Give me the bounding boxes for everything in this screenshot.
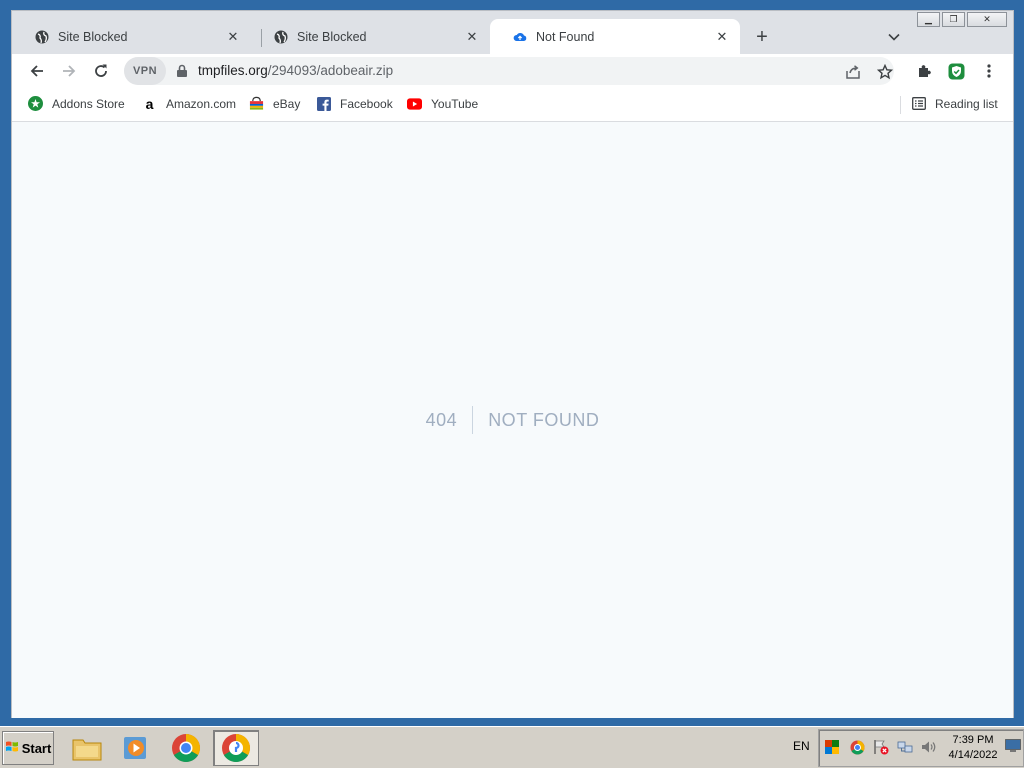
browser-window: Site Blocked ✕ Site Blocked ✕ Not Found … [11,10,1014,718]
reload-icon[interactable] [90,60,112,82]
start-button[interactable]: Start [2,731,54,765]
bookmark-label: Addons Store [52,96,125,111]
chrome-icon [172,734,200,762]
new-tab-button[interactable]: + [750,25,774,49]
network-icon[interactable] [897,739,913,755]
error-text: NOT FOUND [488,409,600,430]
url-domain: tmpfiles.org [198,63,268,78]
url-path: /294093/adobeair.zip [267,63,394,78]
cloud-upload-icon [512,29,527,44]
show-desktop-icon[interactable] [1005,739,1021,753]
reading-list-icon [911,96,926,111]
bookmark-label: Facebook [340,96,393,111]
taskbar-media-player[interactable] [113,730,159,766]
bookmark-facebook[interactable]: Facebook [316,96,393,111]
bookmark-amazon[interactable]: a Amazon.com [142,95,237,112]
tab-label: Not Found [536,29,595,44]
clock-date: 4/14/2022 [948,749,998,761]
tray-app-icon[interactable] [824,739,840,755]
extensions-puzzle-icon[interactable] [913,60,935,82]
page-content: 404 NOT FOUND [12,122,1013,718]
clock[interactable]: 7:39 PM 4/14/2022 [942,733,1004,763]
error-code: 404 [426,406,474,434]
taskbar-file-explorer[interactable] [64,730,110,766]
facebook-icon [316,96,331,111]
globe-icon [34,29,49,44]
bookmarks-bar: Addons Store a Amazon.com eBay Facebook … [12,87,1013,122]
vpn-button[interactable]: VPN [124,57,166,85]
start-label: Start [21,740,52,756]
tab-close-button[interactable]: ✕ [714,29,730,45]
tab-strip: Site Blocked ✕ Site Blocked ✕ Not Found … [12,11,1013,54]
taskbar-active-browser[interactable] [213,730,259,766]
tray-chrome-icon[interactable] [849,739,865,755]
back-arrow-icon[interactable] [26,60,48,82]
ebay-icon [249,96,264,111]
windows-flag-icon [5,740,19,756]
share-icon[interactable] [844,63,862,81]
bookmark-label: YouTube [431,96,479,111]
error-message: 404 NOT FOUND [12,406,1013,434]
tab-site-blocked-2[interactable]: Site Blocked ✕ [251,19,490,54]
bookmarks-separator [900,96,901,114]
clock-time: 7:39 PM [952,734,994,746]
tab-close-button[interactable]: ✕ [464,29,480,45]
browser-toolbar: VPN tmpfiles.org/294093/adobeair.zip [12,54,1013,87]
kebab-menu-icon[interactable] [978,60,1000,82]
taskbar-chrome[interactable] [163,730,209,766]
address-bar[interactable]: VPN tmpfiles.org/294093/adobeair.zip [124,57,894,85]
bookmark-label: Amazon.com [166,96,237,111]
tray-flag-alert-icon[interactable] [873,739,889,755]
reading-list-label: Reading list [935,96,998,111]
vpn-shield-icon[interactable] [945,60,967,82]
bookmark-youtube[interactable]: YouTube [407,96,478,111]
bookmark-star-icon[interactable] [876,63,894,81]
media-player-icon [124,737,146,759]
youtube-icon [407,96,422,111]
tab-label: Site Blocked [58,29,128,44]
window-close-button[interactable]: ✕ [967,12,1007,27]
folder-icon [72,739,102,761]
tab-close-button[interactable]: ✕ [225,29,241,45]
minimize-button[interactable]: ▁ [917,12,940,27]
bookmark-addons-store[interactable]: Addons Store [28,96,125,111]
lock-icon[interactable] [176,64,190,78]
secure-browser-icon [222,734,250,762]
volume-icon[interactable] [921,739,937,755]
tab-site-blocked-1[interactable]: Site Blocked ✕ [12,19,251,54]
forward-arrow-icon[interactable] [58,60,80,82]
bookmark-ebay[interactable]: eBay [249,96,300,111]
url-text[interactable]: tmpfiles.org/294093/adobeair.zip [198,63,393,78]
language-indicator[interactable]: EN [793,739,810,753]
globe-icon [273,29,288,44]
restore-button[interactable]: ❐ [942,12,965,27]
taskbar: Start EN 7:39 PM 4/14/2022 [0,726,1024,768]
reading-list-button[interactable]: Reading list [911,96,998,111]
bookmark-label: eBay [273,96,301,111]
amazon-icon: a [145,95,154,112]
tab-label: Site Blocked [297,29,367,44]
tab-not-found[interactable]: Not Found ✕ [490,19,740,54]
addons-store-icon [28,96,43,111]
tab-search-chevron-icon[interactable] [884,27,904,47]
window-controls: ▁ ❐ ✕ [917,12,1007,27]
